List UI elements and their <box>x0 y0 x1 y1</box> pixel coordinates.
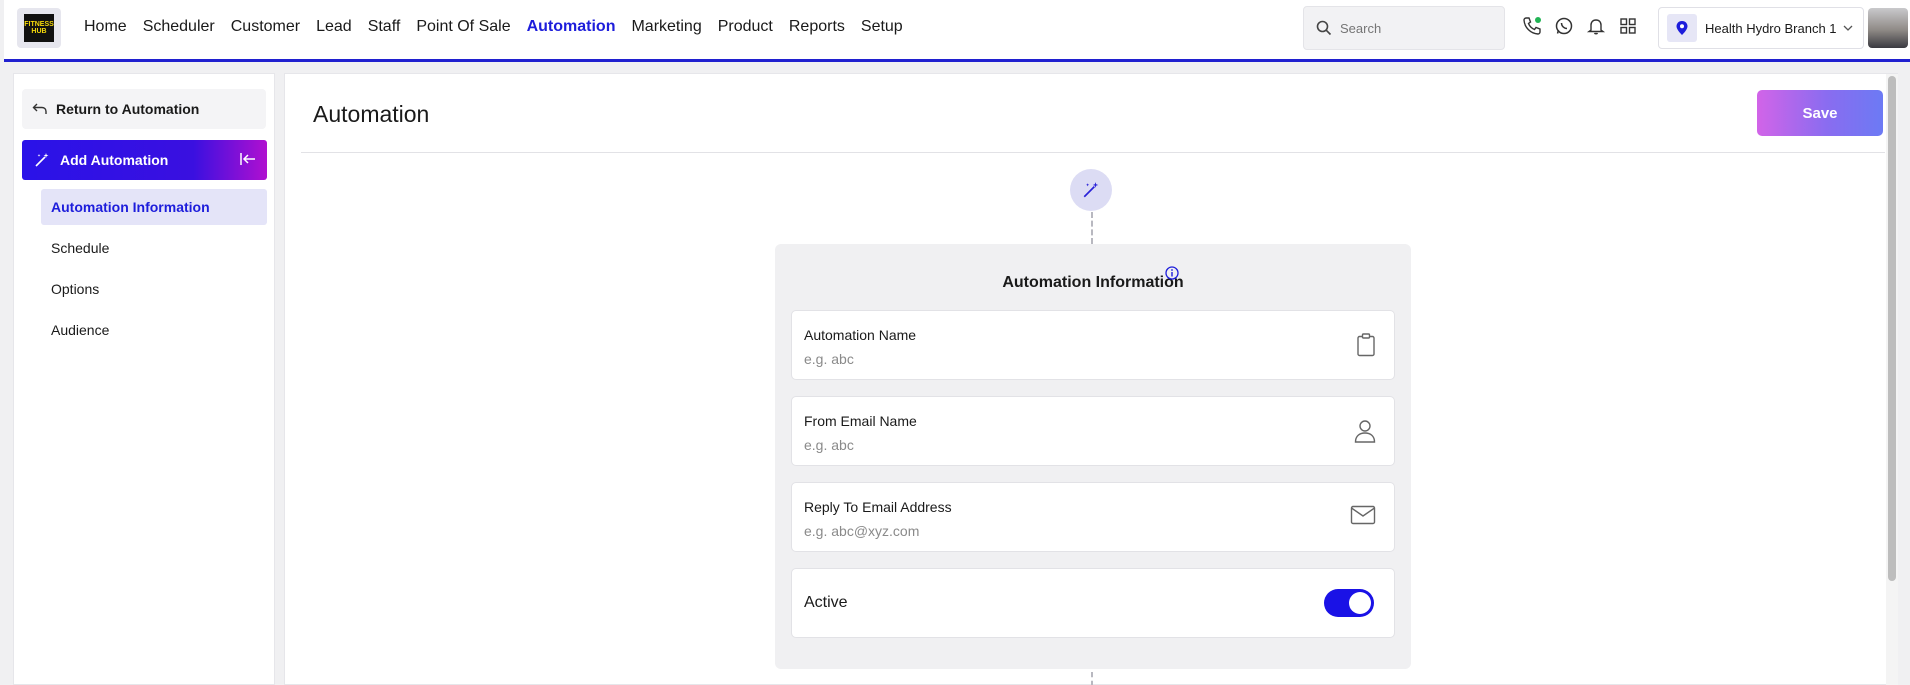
add-automation-header[interactable]: Add Automation <box>22 140 267 180</box>
from-email-name-input[interactable] <box>804 437 1304 453</box>
from-email-name-field[interactable]: From Email Name <box>791 396 1395 466</box>
active-label: Active <box>804 594 848 611</box>
active-toggle[interactable] <box>1324 589 1374 617</box>
nav-item-setup[interactable]: Setup <box>861 18 903 36</box>
nav-item-scheduler[interactable]: Scheduler <box>143 18 215 36</box>
page-title: Automation <box>313 101 430 127</box>
chevron-down-icon <box>1843 25 1852 31</box>
sidebar: Return to Automation Add Automation Auto… <box>13 73 275 685</box>
search-icon <box>1316 20 1332 36</box>
nav-item-automation[interactable]: Automation <box>527 18 616 36</box>
phone-icon[interactable] <box>1522 16 1542 36</box>
reply-to-email-field[interactable]: Reply To Email Address <box>791 482 1395 552</box>
nav-item-home[interactable]: Home <box>84 18 127 36</box>
search-box[interactable] <box>1303 6 1505 50</box>
nav-item-customer[interactable]: Customer <box>231 18 300 36</box>
nav-item-point-of-sale[interactable]: Point Of Sale <box>416 18 510 36</box>
collapse-sidebar-icon[interactable] <box>239 151 257 167</box>
sidebar-item-audience[interactable]: Audience <box>41 312 267 348</box>
return-to-automation-button[interactable]: Return to Automation <box>22 89 266 129</box>
search-input[interactable] <box>1340 20 1490 36</box>
brand-logo[interactable]: FITNESS HUB <box>17 8 61 48</box>
user-icon <box>1354 420 1376 443</box>
card-title: Automation Information <box>1002 274 1184 291</box>
apps-grid-icon[interactable] <box>1618 16 1638 36</box>
nav-item-product[interactable]: Product <box>718 18 773 36</box>
save-button[interactable]: Save <box>1757 90 1883 136</box>
bell-icon[interactable] <box>1586 16 1606 36</box>
field-label: Automation Name <box>804 327 917 343</box>
main-panel: Automation Save Automation Information A… <box>284 73 1898 685</box>
top-navbar: FITNESS HUB Home Scheduler Customer Lead … <box>4 0 1910 62</box>
flow-connector <box>1091 212 1093 244</box>
sidebar-item-automation-information[interactable]: Automation Information <box>41 189 267 225</box>
clipboard-icon <box>1357 333 1375 357</box>
toggle-knob <box>1349 592 1371 614</box>
location-pin-icon <box>1667 14 1697 42</box>
field-label: Reply To Email Address <box>804 499 952 515</box>
magic-wand-icon <box>35 153 49 167</box>
field-label: From Email Name <box>804 413 917 429</box>
return-label: Return to Automation <box>56 101 200 117</box>
magic-wand-icon <box>1083 182 1099 198</box>
automation-information-card: Automation Information Automation Name F… <box>775 244 1411 669</box>
add-automation-label: Add Automation <box>60 152 169 168</box>
sidebar-item-schedule[interactable]: Schedule <box>41 230 267 266</box>
nav-item-staff[interactable]: Staff <box>368 18 401 36</box>
return-arrow-icon <box>32 103 47 114</box>
branch-name: Health Hydro Branch 1 <box>1705 20 1837 36</box>
scrollbar-thumb[interactable] <box>1888 76 1896 581</box>
reply-to-email-input[interactable] <box>804 523 1304 539</box>
main-nav: Home Scheduler Customer Lead Staff Point… <box>84 18 903 36</box>
branch-selector[interactable]: Health Hydro Branch 1 <box>1658 7 1864 49</box>
automation-name-input[interactable] <box>804 351 1304 367</box>
whatsapp-icon[interactable] <box>1554 16 1574 36</box>
header-divider <box>301 152 1885 153</box>
mail-icon <box>1350 505 1376 525</box>
nav-item-marketing[interactable]: Marketing <box>631 18 701 36</box>
flow-connector-bottom <box>1091 672 1093 685</box>
flow-start-node <box>1070 169 1112 211</box>
nav-item-reports[interactable]: Reports <box>789 18 845 36</box>
sidebar-item-options[interactable]: Options <box>41 271 267 307</box>
automation-name-field[interactable]: Automation Name <box>791 310 1395 380</box>
user-avatar[interactable] <box>1868 8 1908 48</box>
active-field: Active <box>791 568 1395 638</box>
logo-mark: FITNESS HUB <box>24 14 54 42</box>
info-icon[interactable] <box>1165 266 1179 280</box>
nav-item-lead[interactable]: Lead <box>316 18 352 36</box>
